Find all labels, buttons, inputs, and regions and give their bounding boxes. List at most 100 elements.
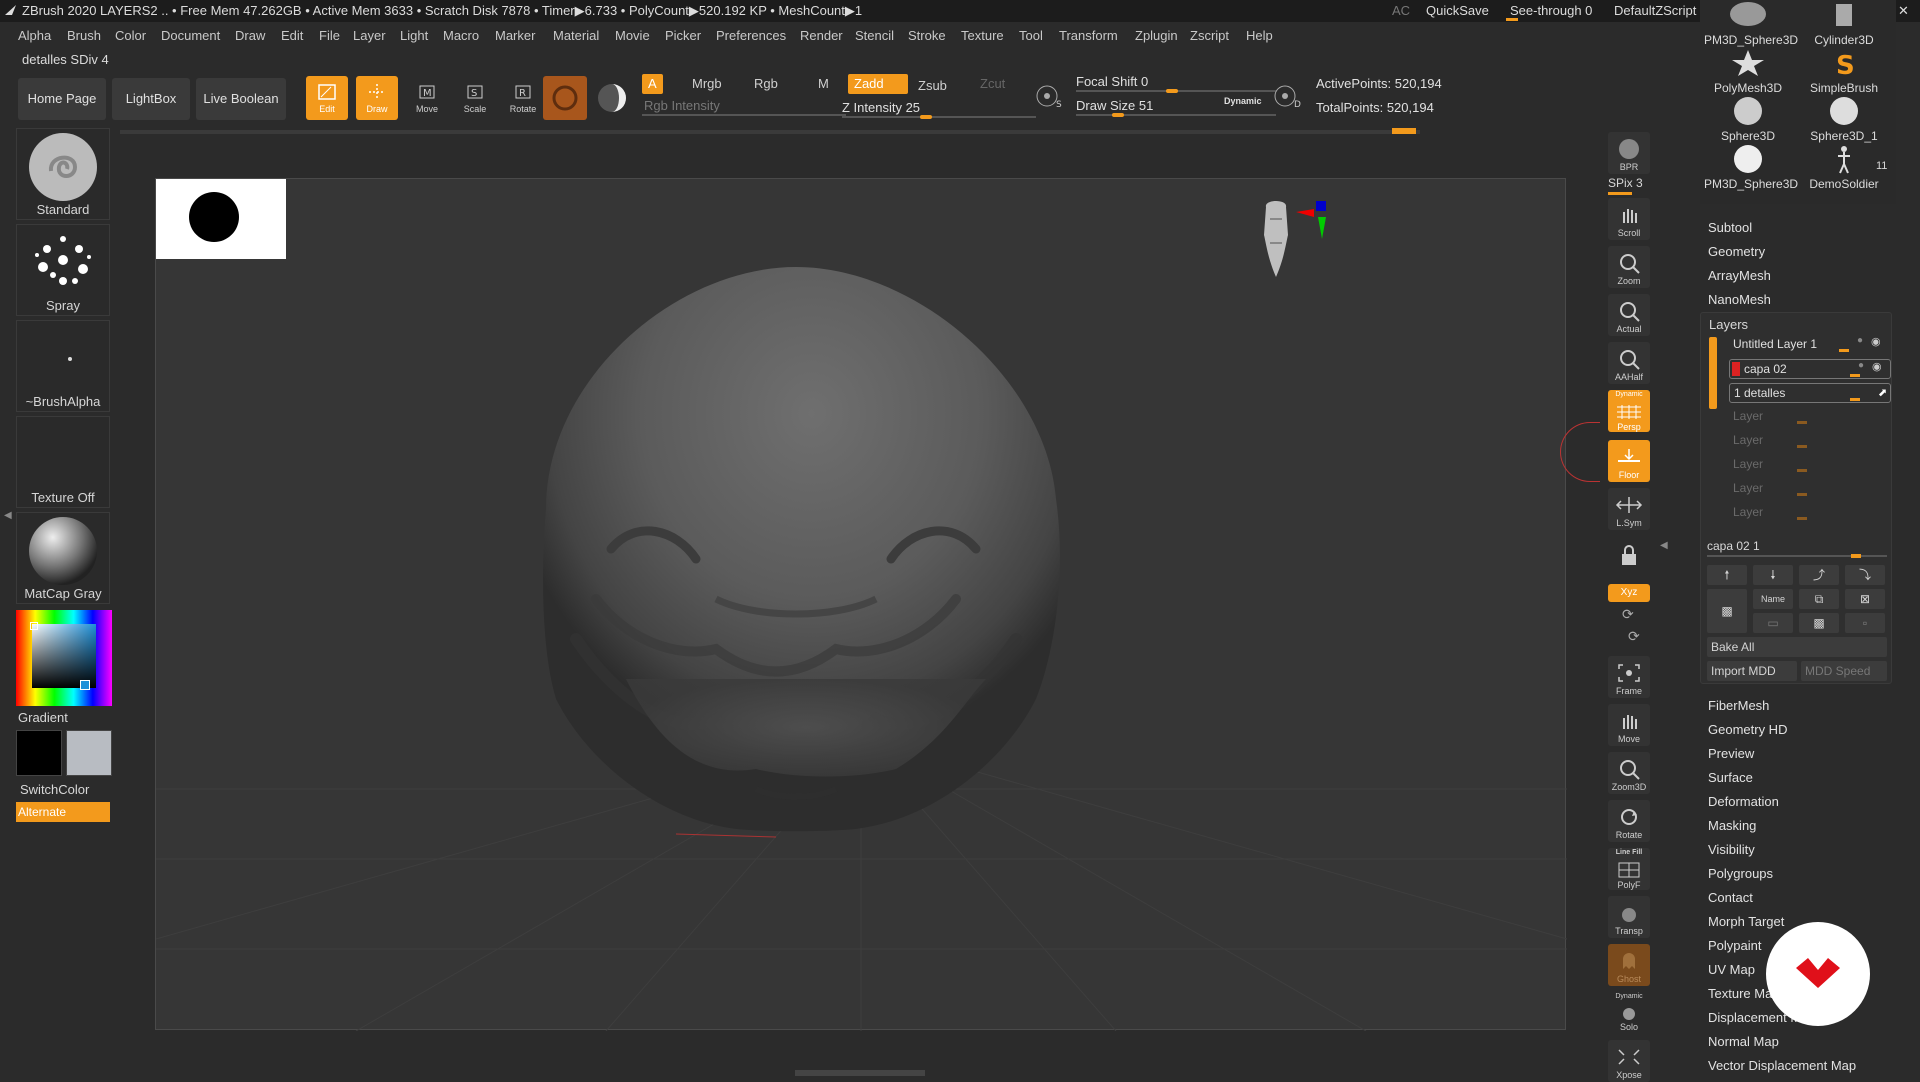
normal-map-section[interactable]: Normal Map — [1708, 1034, 1779, 1049]
color-picker-square[interactable] — [32, 624, 96, 688]
zcut-button[interactable]: Zcut — [974, 74, 1011, 94]
tool-thumb-pm3d-sphere-2[interactable]: PM3D_Sphere3D — [1704, 144, 1798, 191]
layer-record-icon[interactable]: ● — [1857, 335, 1863, 346]
current-layer-knob[interactable] — [1851, 554, 1861, 558]
menu-transform[interactable]: Transform — [1059, 28, 1118, 43]
material-swatch-button[interactable] — [543, 76, 587, 120]
import-layer-button[interactable]: ▭ — [1753, 613, 1793, 633]
uv-map-section[interactable]: UV Map — [1708, 962, 1755, 977]
layers-header[interactable]: Layers — [1709, 317, 1748, 332]
z-intensity-knob[interactable] — [920, 115, 932, 119]
main-color-swatch[interactable] — [16, 730, 62, 776]
persp-button[interactable]: Dynamic Persp — [1608, 390, 1650, 432]
layer-intensity-knob[interactable] — [1797, 517, 1807, 520]
layer-eye-icon[interactable]: ◉ — [1871, 335, 1881, 348]
duplicate-layer-button[interactable]: ⧉ — [1799, 589, 1839, 609]
surface-section[interactable]: Surface — [1708, 770, 1753, 785]
rotate-y-icon[interactable]: ⟳ — [1622, 606, 1634, 623]
menu-color[interactable]: Color — [115, 28, 146, 43]
subtool-section[interactable]: Subtool — [1708, 220, 1752, 235]
texture-button[interactable]: Texture Off — [16, 416, 110, 508]
edit-mode-button[interactable]: Edit — [306, 76, 348, 120]
aahalf-button[interactable]: AAHalf — [1608, 342, 1650, 384]
current-layer-slider-label[interactable]: capa 02 1 — [1707, 539, 1760, 553]
tool-thumb-pm3d-sphere[interactable]: PM3D_Sphere3D — [1704, 0, 1798, 47]
preview-section[interactable]: Preview — [1708, 746, 1754, 761]
floor-button[interactable]: Floor — [1608, 440, 1650, 482]
menu-draw[interactable]: Draw — [235, 28, 265, 43]
scroll-button[interactable]: Scroll — [1608, 198, 1650, 240]
color-picker-handle[interactable] — [30, 622, 38, 630]
zsub-button[interactable]: Zsub — [912, 76, 953, 96]
menu-layer[interactable]: Layer — [353, 28, 386, 43]
menu-preferences[interactable]: Preferences — [716, 28, 786, 43]
move-mode-button[interactable]: M Move — [406, 76, 448, 120]
tool-thumb-polymesh3d[interactable]: PolyMesh3D — [1704, 48, 1792, 95]
move-layer-up-button[interactable]: 🠕 — [1707, 565, 1747, 585]
move-layer-down-button[interactable]: 🠗 — [1753, 565, 1793, 585]
seethrough-slider[interactable]: See-through 0 — [1510, 3, 1592, 18]
menu-help[interactable]: Help — [1246, 28, 1273, 43]
tool-thumb-demosoldier[interactable]: DemoSoldier — [1800, 144, 1888, 191]
draw-size-knob[interactable] — [1112, 113, 1124, 117]
layer-intensity-knob[interactable] — [1850, 398, 1860, 401]
layer-intensity-knob[interactable] — [1797, 469, 1807, 472]
layer-record-icon[interactable]: ● — [1858, 360, 1864, 371]
layer-intensity-knob[interactable] — [1797, 421, 1807, 424]
left-collapse-arrow-icon[interactable]: ◀ — [4, 510, 12, 570]
right-collapse-arrow-icon[interactable]: ◀ — [1660, 540, 1668, 551]
layer-row-selected[interactable]: capa 02 ● ◉ — [1729, 359, 1891, 379]
bottom-shelf-handle[interactable] — [795, 1070, 925, 1076]
new-layer-button[interactable]: ▩ — [1707, 589, 1747, 633]
arraymesh-section[interactable]: ArrayMesh — [1708, 268, 1771, 283]
switch-color-button[interactable]: SwitchColor — [20, 782, 89, 797]
live-boolean-button[interactable]: Live Boolean — [196, 78, 286, 120]
layer-row-empty[interactable]: Layer — [1729, 455, 1891, 475]
color-picker[interactable] — [16, 610, 112, 706]
menu-zscript[interactable]: Zscript — [1190, 28, 1229, 43]
lock-button[interactable] — [1608, 536, 1650, 578]
menu-light[interactable]: Light — [400, 28, 428, 43]
draw-size-icon[interactable]: D — [1272, 80, 1304, 112]
spix-slider-knob[interactable] — [1608, 192, 1632, 195]
spix-label[interactable]: SPix 3 — [1608, 176, 1643, 190]
frame-button[interactable]: Frame — [1608, 656, 1650, 698]
menu-movie[interactable]: Movie — [615, 28, 650, 43]
rename-layer-button[interactable]: Name — [1753, 589, 1793, 609]
menu-stencil[interactable]: Stencil — [855, 28, 894, 43]
layers-scrollbar[interactable] — [1709, 337, 1717, 409]
menu-stroke[interactable]: Stroke — [908, 28, 946, 43]
focal-shift-knob[interactable] — [1166, 89, 1178, 93]
zadd-button[interactable]: Zadd — [848, 74, 908, 94]
z-intensity-slider[interactable] — [842, 116, 1036, 118]
zoom-button[interactable]: Zoom — [1608, 246, 1650, 288]
polyf-button[interactable]: Line Fill PolyF — [1608, 848, 1650, 890]
matcap-material-button[interactable]: MatCap Gray — [16, 512, 110, 604]
layer-eye-icon[interactable]: ◉ — [1872, 360, 1882, 373]
tool-thumb-cylinder3d[interactable]: Cylinder3D — [1800, 0, 1888, 47]
xyz-button[interactable]: Xyz — [1608, 584, 1650, 602]
dynamic-label[interactable]: Dynamic — [1224, 96, 1262, 106]
tool-thumb-sphere3d-1[interactable]: Sphere3D_1 — [1800, 96, 1888, 143]
quicksave-button[interactable]: QuickSave — [1426, 3, 1489, 18]
menu-tool[interactable]: Tool — [1019, 28, 1043, 43]
standard-brush-button[interactable]: Standard — [16, 128, 110, 220]
layer-row-empty[interactable]: Layer — [1729, 407, 1891, 427]
menu-alpha[interactable]: Alpha — [18, 28, 51, 43]
gradient-label[interactable]: Gradient — [18, 710, 68, 725]
ghost-button[interactable]: Ghost — [1608, 944, 1650, 986]
mdd-speed-slider[interactable]: MDD Speed — [1801, 661, 1887, 681]
layer-row-empty[interactable]: Layer — [1729, 503, 1891, 523]
lsym-button[interactable]: L.Sym — [1608, 488, 1650, 530]
menu-file[interactable]: File — [319, 28, 340, 43]
polygroups-section[interactable]: Polygroups — [1708, 866, 1773, 881]
rotate-mode-button[interactable]: R Rotate — [502, 76, 544, 120]
fibermesh-section[interactable]: FiberMesh — [1708, 698, 1769, 713]
spray-stroke-button[interactable]: Spray — [16, 224, 110, 316]
secondary-color-handle[interactable] — [80, 680, 90, 690]
menu-brush[interactable]: Brush — [67, 28, 101, 43]
tool-thumb-sphere3d[interactable]: Sphere3D — [1704, 96, 1792, 143]
layer-intensity-knob[interactable] — [1839, 349, 1849, 352]
menu-picker[interactable]: Picker — [665, 28, 701, 43]
menu-marker[interactable]: Marker — [495, 28, 535, 43]
